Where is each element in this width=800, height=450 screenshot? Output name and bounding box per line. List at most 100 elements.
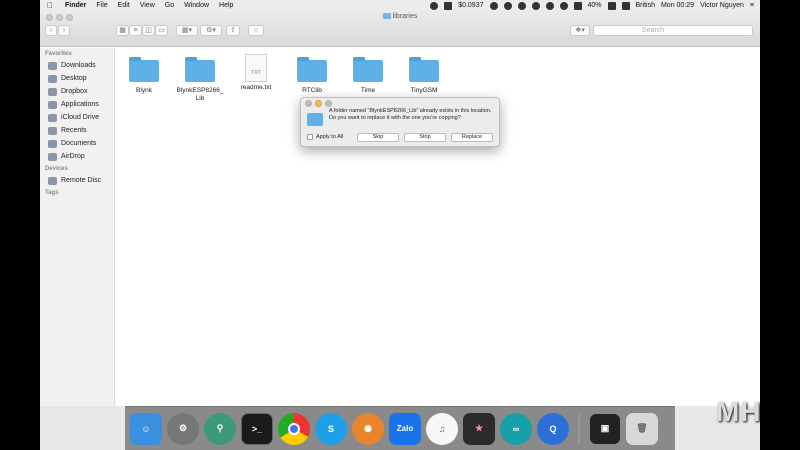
gallery-view-button[interactable]: ▭ xyxy=(155,25,168,36)
sidebar-item-dropbox[interactable]: Dropbox xyxy=(40,85,114,98)
menu-app-finder[interactable]: Finder xyxy=(60,2,91,9)
stop-button[interactable]: Stop xyxy=(404,133,446,142)
record-icon[interactable] xyxy=(430,1,439,10)
wifi-icon[interactable] xyxy=(559,1,568,10)
skype-icon[interactable]: S xyxy=(315,412,347,445)
finder-window: libraries ‹ › ▦ ≡ ◫ ▭ ▦▾ ⚙▾ ⇧ ○ ❖▾ Searc… xyxy=(40,11,760,406)
tags-button[interactable]: ○ xyxy=(248,25,264,36)
search-input[interactable]: Search xyxy=(593,25,753,36)
chrome-icon[interactable] xyxy=(278,412,310,445)
folder-icon xyxy=(409,57,439,82)
dialog-minimize-icon[interactable] xyxy=(315,100,322,107)
volume-icon[interactable] xyxy=(573,1,582,10)
user-name[interactable]: Victor Nguyen xyxy=(700,2,744,9)
vpn-icon[interactable] xyxy=(517,1,526,10)
notification-center-icon[interactable]: ≡ xyxy=(750,2,754,9)
dropbox-status-icon[interactable] xyxy=(531,1,540,10)
sidebar-item-recents[interactable]: Recents xyxy=(40,124,114,137)
quicktime-icon[interactable]: Q xyxy=(537,412,569,445)
sidebar-item-downloads[interactable]: Downloads xyxy=(40,59,114,72)
crypto-price[interactable]: $0.0937 xyxy=(458,2,483,9)
file-item-tinygsm[interactable]: TinyGSM xyxy=(392,57,456,95)
window-toolbar: libraries ‹ › ▦ ≡ ◫ ▭ ▦▾ ⚙▾ ⇧ ○ ❖▾ Searc… xyxy=(40,11,760,47)
icon-view-button[interactable]: ▦ xyxy=(116,25,129,36)
sidebar-item-label: Dropbox xyxy=(61,88,88,95)
coin-ticker-icon[interactable] xyxy=(444,1,453,10)
final-cut-pro-icon[interactable]: ★ xyxy=(463,412,495,445)
sidebar-item-remote-disc[interactable]: Remote Disc xyxy=(40,174,114,187)
status-area: $0.0937 40% British Mon 00:29 Victor Ngu… xyxy=(430,1,760,10)
sidebar-item-desktop[interactable]: Desktop xyxy=(40,72,114,85)
document-icon xyxy=(48,139,57,148)
dialog-zoom-icon xyxy=(325,100,332,107)
share-button[interactable]: ⇧ xyxy=(226,25,240,36)
file-name: Blynk xyxy=(136,87,152,94)
skip-button[interactable]: Skip xyxy=(357,133,399,142)
dock: ☺ ⚙ ⚲ >_ S ◉ Zalo ♫ ★ ∞ Q ▣ 🗑 xyxy=(125,406,675,450)
replace-button[interactable]: Replace xyxy=(451,133,493,142)
cloud-icon xyxy=(48,113,57,122)
arrange-button[interactable]: ▦▾ xyxy=(176,25,198,36)
keychain-icon[interactable]: ⚲ xyxy=(204,412,236,445)
menu-edit[interactable]: Edit xyxy=(113,2,135,9)
column-view-button[interactable]: ◫ xyxy=(142,25,155,36)
folder-icon xyxy=(353,57,383,82)
sidebar-devices-header: Devices xyxy=(45,166,68,172)
sidebar-item-label: iCloud Drive xyxy=(61,114,100,121)
dock-separator xyxy=(578,413,580,444)
menu-view[interactable]: View xyxy=(135,2,160,9)
arduino-icon[interactable]: ∞ xyxy=(500,412,532,445)
skype-status-icon[interactable] xyxy=(489,1,498,10)
folder-icon xyxy=(307,113,323,126)
dropbox-icon xyxy=(48,87,57,96)
file-item-readme[interactable]: TXT readme.txt xyxy=(224,54,288,92)
battery-percent[interactable]: 40% xyxy=(588,2,602,9)
sidebar: Favorites Downloads Desktop Dropbox Appl… xyxy=(40,48,115,406)
dropbox-toolbar-button[interactable]: ❖▾ xyxy=(570,25,590,36)
sidebar-item-icloud-drive[interactable]: iCloud Drive xyxy=(40,111,114,124)
sidebar-item-documents[interactable]: Documents xyxy=(40,137,114,150)
menu-file[interactable]: File xyxy=(91,2,112,9)
finder-icon[interactable]: ☺ xyxy=(130,412,162,445)
terminal-icon[interactable]: >_ xyxy=(241,412,273,445)
folder-icon xyxy=(297,57,327,82)
apple-menu-icon[interactable]:  xyxy=(40,1,60,10)
bluetooth-icon[interactable] xyxy=(545,1,554,10)
clock-icon xyxy=(48,126,57,135)
sidebar-item-label: Recents xyxy=(61,127,87,134)
clock[interactable]: Mon 00:29 xyxy=(661,2,694,9)
file-item-blynkesp8266-lib[interactable]: BlynkESP8266_Lib xyxy=(168,57,232,103)
dialog-message: A folder named “BlynkESP8266_Lib” alread… xyxy=(329,108,492,121)
battery-icon[interactable] xyxy=(607,1,616,10)
spotlight-icon[interactable] xyxy=(503,1,512,10)
apply-to-all-checkbox[interactable]: Apply to All xyxy=(307,134,343,140)
text-file-icon: TXT xyxy=(245,54,267,82)
file-item-time[interactable]: Time xyxy=(336,57,400,95)
file-type-badge: TXT xyxy=(251,70,261,76)
sidebar-item-applications[interactable]: Applications xyxy=(40,98,114,111)
flag-icon xyxy=(621,1,630,10)
menu-go[interactable]: Go xyxy=(160,2,179,9)
screen-recorder-icon[interactable]: ▣ xyxy=(589,412,621,445)
input-source[interactable]: British xyxy=(636,2,655,9)
dialog-close-icon xyxy=(305,100,312,107)
menu-window[interactable]: Window xyxy=(179,2,214,9)
sidebar-item-label: Documents xyxy=(61,140,97,147)
blender-icon[interactable]: ◉ xyxy=(352,412,384,445)
applications-icon xyxy=(48,100,57,109)
forward-button[interactable]: › xyxy=(58,25,70,36)
file-item-blynk[interactable]: Blynk xyxy=(112,57,176,95)
zalo-icon[interactable]: Zalo xyxy=(389,412,421,445)
sidebar-item-airdrop[interactable]: AirDrop xyxy=(40,150,114,163)
system-preferences-icon[interactable]: ⚙ xyxy=(167,412,199,445)
trash-icon[interactable]: 🗑 xyxy=(626,412,658,445)
back-button[interactable]: ‹ xyxy=(45,25,57,36)
disc-icon xyxy=(48,176,57,185)
list-view-button[interactable]: ≡ xyxy=(129,25,142,36)
action-gear-button[interactable]: ⚙▾ xyxy=(200,25,222,36)
menu-help[interactable]: Help xyxy=(214,2,238,9)
file-item-rtclib[interactable]: RTClib xyxy=(280,57,344,95)
airdrop-icon xyxy=(48,152,57,161)
sidebar-item-label: AirDrop xyxy=(61,153,85,160)
itunes-icon[interactable]: ♫ xyxy=(426,412,458,445)
